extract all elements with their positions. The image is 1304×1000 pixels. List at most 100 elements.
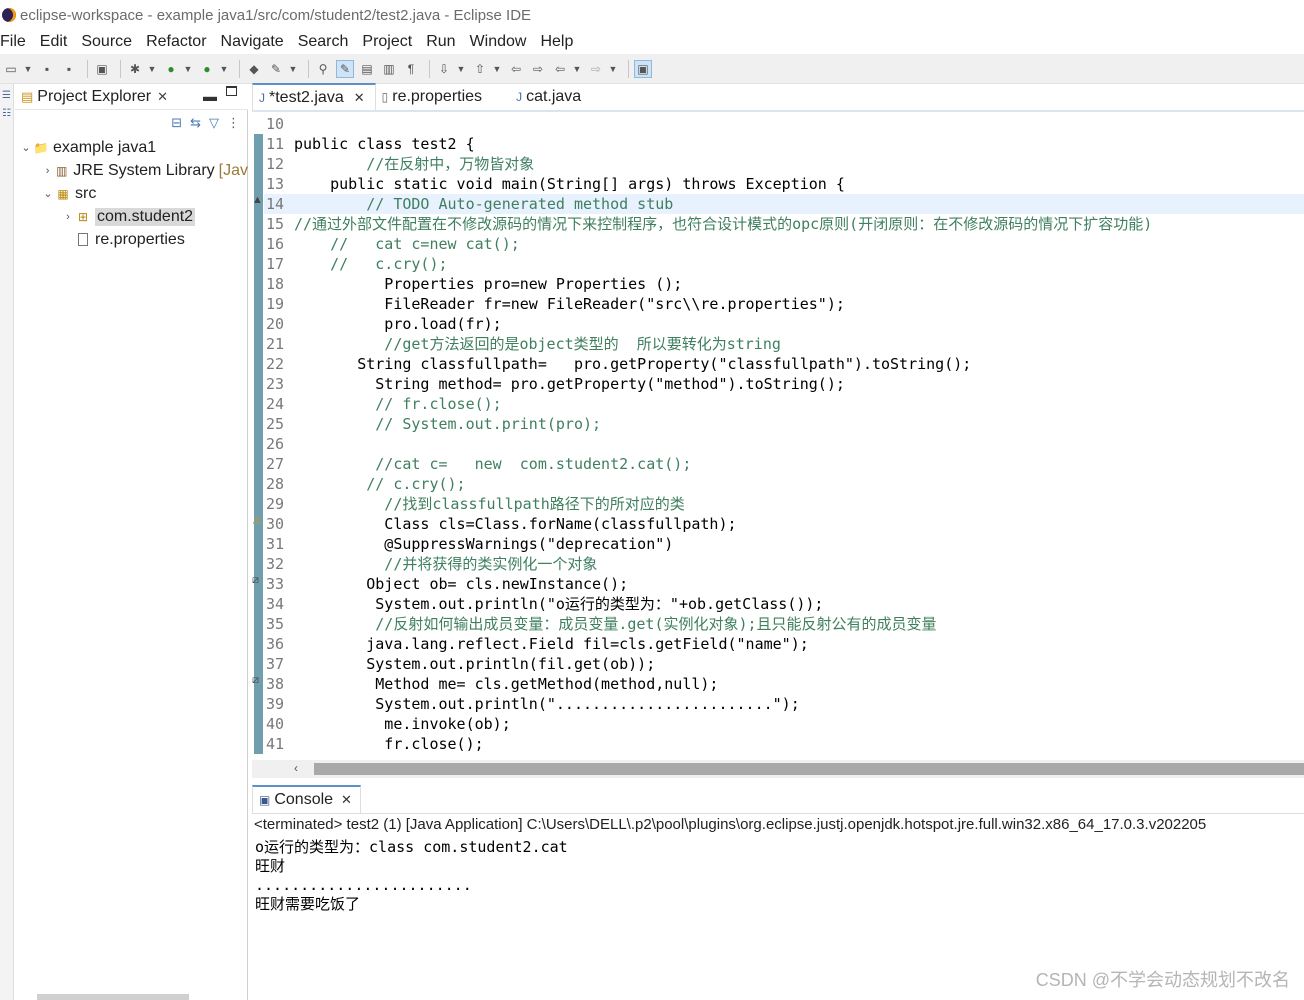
code-line[interactable]: 13 public static void main(String[] args… xyxy=(264,174,1304,194)
editor-horizontal-scrollbar[interactable]: ‹ xyxy=(252,760,1304,778)
code-line[interactable]: 29 //找到classfullpath路径下的所对应的类 xyxy=(264,494,1304,514)
code-line[interactable]: 27 //cat c= new com.student2.cat(); xyxy=(264,454,1304,474)
code-line[interactable]: 28 // c.cry(); xyxy=(264,474,1304,494)
close-icon[interactable]: ✕ xyxy=(341,792,352,808)
prev-annotation-icon[interactable]: ⇧ xyxy=(471,60,489,78)
tree-item-package[interactable]: › ⊞ com.student2 xyxy=(15,205,248,228)
menu-search[interactable]: Search xyxy=(298,33,349,51)
show-whitespace-icon[interactable]: ¶ xyxy=(402,60,420,78)
word-wrap-icon[interactable]: ▥ xyxy=(380,60,398,78)
menu-source[interactable]: Source xyxy=(81,33,132,51)
code-editor[interactable]: ▲ ⚠ ⧄ ⧄ 10 11 public class test2 {12 //在反射… xyxy=(252,114,1304,760)
save-icon[interactable]: ▪ xyxy=(38,60,56,78)
collapse-all-icon[interactable]: ⊟ xyxy=(171,115,182,131)
code-line[interactable]: 40 me.invoke(ob); xyxy=(264,714,1304,734)
block-selection-icon[interactable]: ▤ xyxy=(358,60,376,78)
deprecated-marker-icon[interactable]: ⧄ xyxy=(252,674,259,687)
tree-item-src[interactable]: ⌄ ▦ src xyxy=(15,182,248,205)
prev-annotation-dropdown-icon[interactable]: ▼ xyxy=(493,60,502,78)
code-line[interactable]: 30 Class cls=Class.forName(classfullpath… xyxy=(264,514,1304,534)
console-output[interactable]: o运行的类型为：class com.student2.cat 旺财 ......… xyxy=(255,838,1304,914)
code-line[interactable]: 32 //并将获得的类实例化一个对象 xyxy=(264,554,1304,574)
deprecated-marker-icon[interactable]: ⧄ xyxy=(252,574,259,587)
code-line[interactable]: 20 pro.load(fr); xyxy=(264,314,1304,334)
code-line[interactable]: 36 java.lang.reflect.Field fil=cls.getFi… xyxy=(264,634,1304,654)
menu-window[interactable]: Window xyxy=(470,33,527,51)
explorer-scrollbar[interactable] xyxy=(37,994,189,1000)
code-line[interactable]: 34 System.out.println("o运行的类型为："+ob.getC… xyxy=(264,594,1304,614)
maximize-icon[interactable] xyxy=(226,86,237,96)
code-line[interactable]: 39 System.out.println(".................… xyxy=(264,694,1304,714)
warning-marker-icon[interactable]: ⚠ xyxy=(252,514,262,527)
override-marker-icon[interactable]: ▲ xyxy=(252,194,263,206)
chevron-right-icon[interactable]: › xyxy=(41,165,54,177)
search-dropdown-icon[interactable]: ▼ xyxy=(289,60,298,78)
terminal-icon[interactable]: ▣ xyxy=(93,60,111,78)
code-line[interactable]: 18 Properties pro=new Properties (); xyxy=(264,274,1304,294)
last-edit-icon[interactable]: ⇦ xyxy=(507,60,525,78)
code-line[interactable]: 22 String classfullpath= pro.getProperty… xyxy=(264,354,1304,374)
code-line[interactable]: 31 @SuppressWarnings("deprecation") xyxy=(264,534,1304,554)
code-line[interactable]: 17 // c.cry(); xyxy=(264,254,1304,274)
code-line[interactable]: 23 String method= pro.getProperty("metho… xyxy=(264,374,1304,394)
chevron-down-icon[interactable]: ⌄ xyxy=(41,187,55,200)
forward-dropdown-icon[interactable]: ▼ xyxy=(609,60,618,78)
menu-run[interactable]: Run xyxy=(426,33,455,51)
tree-item-project[interactable]: ⌄ 📁 example java1 xyxy=(15,136,248,159)
package-explorer-icon[interactable]: ☰ xyxy=(2,90,12,102)
next-annotation-dropdown-icon[interactable]: ▼ xyxy=(457,60,466,78)
scroll-left-icon[interactable]: ‹ xyxy=(294,761,298,775)
code-line[interactable]: 15 //通过外部文件配置在不修改源码的情况下来控制程序，也符合设计模式的opc原… xyxy=(264,214,1304,234)
toggle-breadcrumb-icon[interactable]: ⚲ xyxy=(314,60,332,78)
coverage-icon[interactable]: ● xyxy=(198,60,216,78)
run-icon[interactable]: ● xyxy=(162,60,180,78)
tree-item-jre[interactable]: › ▥ JRE System Library [Jav xyxy=(15,159,248,182)
forward-icon[interactable]: ⇨ xyxy=(587,60,605,78)
tab-console[interactable]: ▣ Console ✕ xyxy=(252,785,361,813)
menu-file[interactable]: File xyxy=(0,33,26,51)
view-menu-icon[interactable]: ⋮ xyxy=(227,115,240,131)
debug-icon[interactable]: ✱ xyxy=(126,60,144,78)
menu-help[interactable]: Help xyxy=(540,33,573,51)
code-line[interactable]: 37 System.out.println(fil.get(ob)); xyxy=(264,654,1304,674)
mark-occurrences-icon[interactable]: ✎ xyxy=(336,59,354,78)
menu-edit[interactable]: Edit xyxy=(40,33,68,51)
menu-refactor[interactable]: Refactor xyxy=(146,33,206,51)
back-icon[interactable]: ⇦ xyxy=(551,60,569,78)
menu-project[interactable]: Project xyxy=(362,33,412,51)
save-all-icon[interactable]: ▪ xyxy=(60,60,78,78)
next-annotation-icon[interactable]: ⇩ xyxy=(435,60,453,78)
link-with-editor-icon[interactable]: ⇆ xyxy=(190,115,201,131)
tab-re-properties[interactable]: ▯ re.properties xyxy=(376,83,510,110)
tab-test2-java[interactable]: J *test2.java ✕ xyxy=(252,83,376,110)
new-icon[interactable]: ▭ xyxy=(2,60,20,78)
code-line[interactable]: 14 // TODO Auto-generated method stub xyxy=(264,194,1304,214)
project-explorer-tab[interactable]: ▤ Project Explorer ✕ ▬ xyxy=(15,84,248,110)
chevron-right-icon[interactable]: › xyxy=(61,211,75,223)
new-dropdown-icon[interactable]: ▼ xyxy=(24,60,33,78)
code-line[interactable]: 25 // System.out.print(pro); xyxy=(264,414,1304,434)
code-line[interactable]: 26 xyxy=(264,434,1304,454)
code-line[interactable]: 38 Method me= cls.getMethod(method,null)… xyxy=(264,674,1304,694)
code-line[interactable]: 21 //get方法返回的是object类型的 所以要转化为string xyxy=(264,334,1304,354)
debug-dropdown-icon[interactable]: ▼ xyxy=(148,60,157,78)
close-icon[interactable]: ✕ xyxy=(354,90,365,106)
open-perspective-icon[interactable]: ▣ xyxy=(634,59,652,78)
filter-icon[interactable]: ▽ xyxy=(209,115,219,131)
open-type-icon[interactable]: ◆ xyxy=(245,60,263,78)
run-dropdown-icon[interactable]: ▼ xyxy=(184,60,193,78)
minimize-icon[interactable]: ▬ xyxy=(203,88,217,104)
code-line[interactable]: 35 //反射如何输出成员变量：成员变量.get(实例化对象);且只能反射公有的… xyxy=(264,614,1304,634)
close-icon[interactable]: ✕ xyxy=(157,89,168,105)
outline-icon[interactable]: ☷ xyxy=(2,108,12,120)
coverage-dropdown-icon[interactable]: ▼ xyxy=(220,60,229,78)
code-line[interactable]: 41 fr.close(); xyxy=(264,734,1304,754)
chevron-down-icon[interactable]: ⌄ xyxy=(19,141,33,154)
code-line[interactable]: 16 // cat c=new cat(); xyxy=(264,234,1304,254)
code-line[interactable]: 24 // fr.close(); xyxy=(264,394,1304,414)
code-line[interactable]: 33 Object ob= cls.newInstance(); xyxy=(264,574,1304,594)
code-line[interactable]: 10 xyxy=(264,114,1304,134)
tab-cat-java[interactable]: J cat.java xyxy=(510,83,591,110)
code-line[interactable]: 11 public class test2 { xyxy=(264,134,1304,154)
code-line[interactable]: 19 FileReader fr=new FileReader("src\\re… xyxy=(264,294,1304,314)
